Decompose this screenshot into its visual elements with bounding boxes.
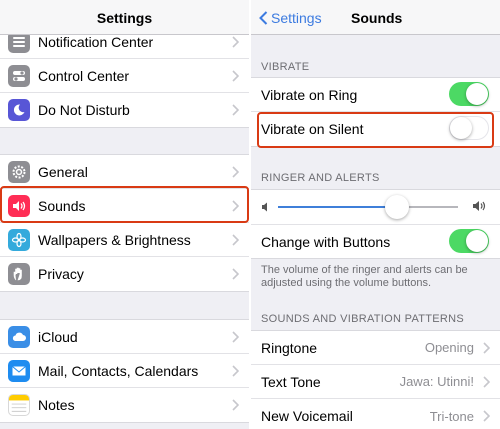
settings-item-control-center[interactable]: Control Center <box>0 59 249 93</box>
text-tone-row[interactable]: Text Tone Jawa: Utinni! <box>251 365 500 399</box>
cloud-icon <box>8 325 30 348</box>
change-with-buttons-row: Change with Buttons <box>251 224 500 258</box>
settings-item-mail-contacts-calendars[interactable]: Mail, Contacts, Calendars <box>0 354 249 388</box>
section-header-ringer: RINGER AND ALERTS <box>261 172 380 184</box>
control-center-icon <box>8 64 30 87</box>
slider-track-filled <box>278 206 396 208</box>
settings-pane: Notification Center Control Center Do No… <box>0 0 249 429</box>
settings-item-label: Privacy <box>38 266 84 282</box>
settings-item-general[interactable]: General <box>0 155 249 189</box>
vibrate-on-ring-toggle[interactable] <box>449 82 489 106</box>
chevron-right-icon <box>232 399 239 411</box>
text-tone-value: Jawa: Utinni! <box>399 374 474 389</box>
hand-icon <box>8 263 30 285</box>
ringer-volume-slider[interactable] <box>251 190 500 224</box>
settings-item-do-not-disturb[interactable]: Do Not Disturb <box>0 93 249 127</box>
vibrate-on-ring-label: Vibrate on Ring <box>261 86 358 103</box>
speaker-high-icon <box>473 201 486 211</box>
new-voicemail-label: New Voicemail <box>261 408 353 424</box>
sounds-highlight-box <box>0 186 249 223</box>
chevron-right-icon <box>232 234 239 246</box>
ringtone-value: Opening <box>424 340 474 355</box>
change-with-buttons-label: Change with Buttons <box>261 233 391 250</box>
page-title: Sounds <box>351 10 403 26</box>
back-button-label: Settings <box>271 10 322 26</box>
section-header-patterns: SOUNDS AND VIBRATION PATTERNS <box>261 313 465 325</box>
chevron-right-icon <box>232 331 239 343</box>
settings-item-label: General <box>38 163 88 180</box>
chevron-right-icon <box>232 166 239 178</box>
chevron-right-icon <box>483 376 490 388</box>
settings-item-label: iCloud <box>38 328 78 345</box>
settings-item-privacy[interactable]: Privacy <box>0 257 249 291</box>
chevron-right-icon <box>483 342 490 354</box>
toggle-knob <box>466 230 488 252</box>
page-title: Settings <box>96 10 153 26</box>
settings-group-1: Notification Center Control Center Do No… <box>0 24 249 128</box>
ringtone-row[interactable]: Ringtone Opening <box>251 331 500 365</box>
chevron-right-icon <box>232 365 239 377</box>
moon-icon <box>8 99 30 121</box>
settings-navbar: Settings <box>0 0 249 35</box>
ringtone-label: Ringtone <box>261 339 318 356</box>
settings-item-label: Control Center <box>38 67 130 84</box>
settings-item-label: Notes <box>38 397 75 413</box>
chevron-right-icon <box>232 70 239 82</box>
new-voicemail-value: Tri-tone <box>429 408 474 424</box>
text-tone-label: Text Tone <box>261 373 321 390</box>
settings-item-label: Wallpapers & Brightness <box>38 231 191 248</box>
toggle-knob <box>466 83 488 105</box>
section-header-vibrate: VIBRATE <box>261 61 310 73</box>
new-voicemail-row[interactable]: New Voicemail Tri-tone <box>251 399 500 429</box>
chevron-left-icon <box>259 11 268 25</box>
settings-item-icloud[interactable]: iCloud <box>0 320 249 354</box>
settings-item-wallpapers-brightness[interactable]: Wallpapers & Brightness <box>0 223 249 257</box>
gear-icon <box>8 160 30 183</box>
vibrate-on-silent-highlight-box <box>257 112 494 148</box>
settings-group-3: iCloud Mail, Contacts, Calendars Notes <box>0 319 249 423</box>
chevron-right-icon <box>232 268 239 280</box>
chevron-right-icon <box>232 104 239 116</box>
speaker-low-icon <box>262 202 267 212</box>
settings-group-2: General Sounds Wallpapers & Brightness P… <box>0 154 249 292</box>
notes-icon <box>8 394 30 416</box>
settings-item-label: Notification Center <box>38 33 154 50</box>
ringer-group: Change with Buttons <box>251 189 500 259</box>
chevron-right-icon <box>483 410 490 422</box>
change-with-buttons-toggle[interactable] <box>449 229 489 253</box>
vibrate-on-ring-row: Vibrate on Ring <box>251 78 500 112</box>
flower-icon <box>8 228 30 251</box>
sounds-navbar: Settings Sounds <box>251 0 500 35</box>
settings-item-label: Do Not Disturb <box>38 102 130 118</box>
slider-thumb[interactable] <box>385 195 409 219</box>
chevron-right-icon <box>232 36 239 48</box>
settings-item-notes[interactable]: Notes <box>0 388 249 422</box>
mail-icon <box>8 359 30 382</box>
sounds-pane: Settings Sounds VIBRATE Vibrate on Ring … <box>251 0 500 429</box>
ringer-footnote: The volume of the ringer and alerts can … <box>261 264 468 289</box>
back-button[interactable]: Settings <box>259 10 322 26</box>
settings-item-label: Mail, Contacts, Calendars <box>38 362 199 379</box>
patterns-group: Ringtone Opening Text Tone Jawa: Utinni!… <box>251 330 500 429</box>
